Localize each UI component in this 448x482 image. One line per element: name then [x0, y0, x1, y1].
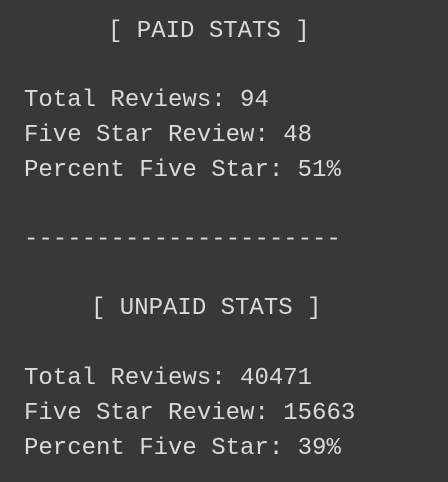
- unpaid-total-reviews: Total Reviews: 40471: [24, 365, 313, 392]
- unpaid-five-star-reviews: Five Star Review: 15663: [24, 400, 356, 427]
- section-divider: ----------------------: [24, 226, 341, 253]
- paid-percent-five-star: Percent Five Star: 51%: [24, 157, 341, 184]
- paid-total-reviews: Total Reviews: 94: [24, 87, 269, 114]
- paid-five-star-reviews: Five Star Review: 48: [24, 122, 313, 149]
- terminal-output: [ PAID STATS ] Total Reviews: 94 Five St…: [0, 0, 448, 482]
- unpaid-percent-five-star: Percent Five Star: 39%: [24, 435, 341, 462]
- paid-stats-heading: [ PAID STATS ]: [108, 18, 310, 45]
- unpaid-stats-heading: [ UNPAID STATS ]: [91, 295, 322, 322]
